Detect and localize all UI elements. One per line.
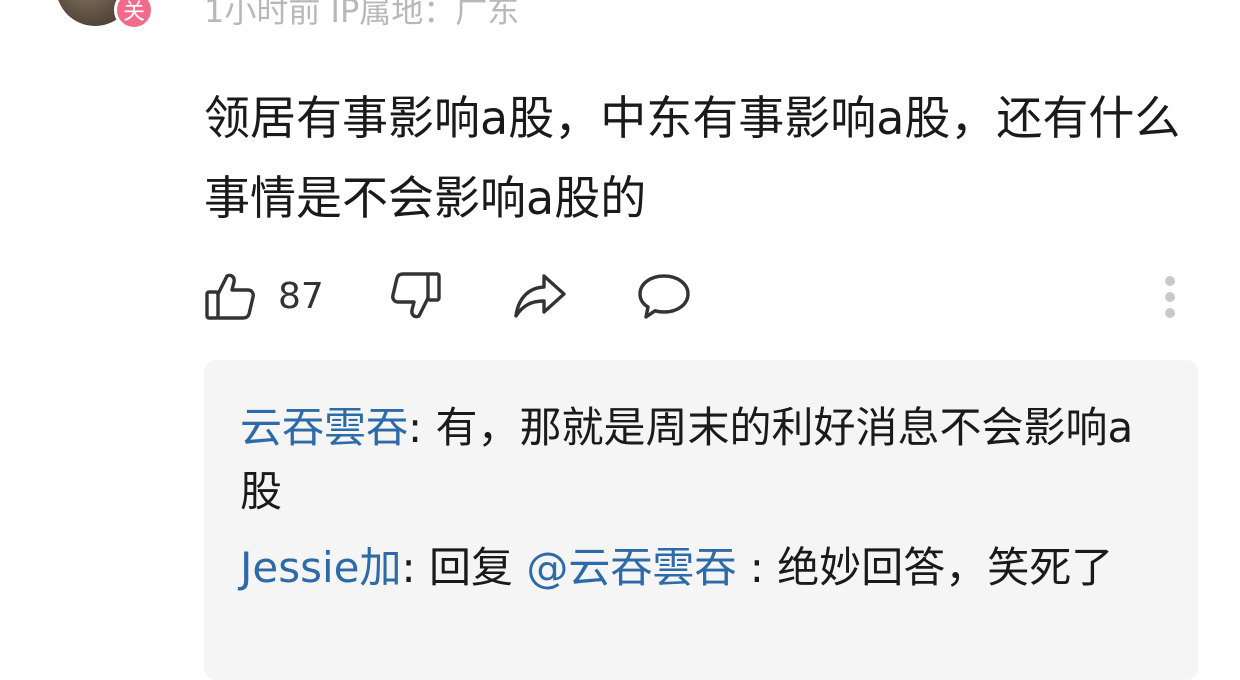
reply-item[interactable]: 云吞雲吞: 有，那就是周末的利好消息不会影响a股 [240, 396, 1160, 524]
reply-button[interactable] [636, 270, 692, 322]
comment-meta: 1小时前 IP属地：广东 [204, 0, 520, 30]
user-badge: 关 [114, 0, 154, 30]
comment-text: 领居有事影响a股，中东有事影响a股，还有什么事情是不会影响a股的 [204, 91, 1181, 225]
reply-separator: : [401, 543, 430, 592]
like-count: 87 [278, 275, 324, 317]
dislike-button[interactable] [390, 270, 442, 322]
comment-icon [636, 270, 692, 322]
reply-list: 云吞雲吞: 有，那就是周末的利好消息不会影响a股 Jessie加: 回复 @云吞… [204, 360, 1198, 680]
reply-text: 绝妙回答，笑死了 [777, 543, 1114, 592]
reply-prefix: 回复 [429, 543, 527, 592]
comment-actions: 87 [204, 268, 692, 324]
reply-mention[interactable]: @云吞雲吞 [526, 543, 736, 592]
more-vertical-icon[interactable] [1158, 274, 1182, 320]
reply-separator: : [408, 403, 436, 452]
reply-separator: : [736, 543, 778, 592]
thumbs-up-icon [204, 270, 256, 322]
share-icon [512, 270, 568, 322]
thumbs-down-icon [390, 270, 442, 322]
share-button[interactable] [512, 270, 568, 322]
reply-username[interactable]: 云吞雲吞 [240, 403, 408, 452]
reply-item[interactable]: Jessie加: 回复 @云吞雲吞 : 绝妙回答，笑死了 [240, 536, 1160, 600]
like-button[interactable]: 87 [204, 270, 324, 322]
reply-username[interactable]: Jessie加 [240, 543, 402, 592]
